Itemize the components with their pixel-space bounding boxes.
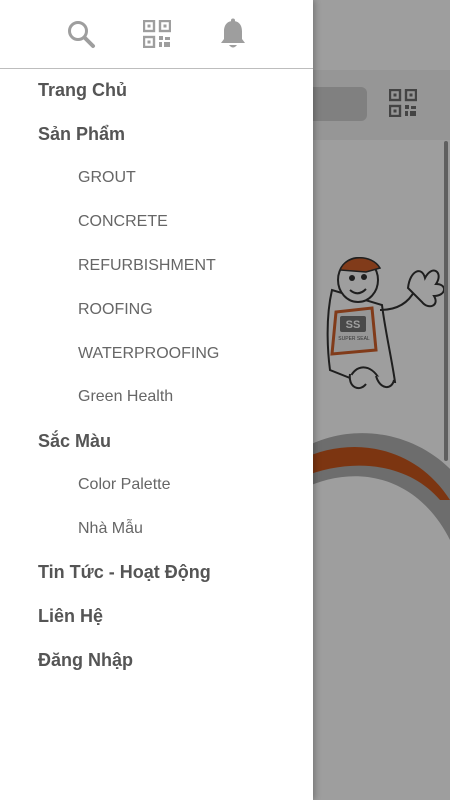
menu-item-label: Tin Tức - Hoạt Động (38, 562, 211, 583)
menu-item-grout[interactable]: GROUT (0, 157, 313, 201)
menu-item-green-health[interactable]: Green Health (0, 376, 313, 420)
menu-item-label: Liên Hệ (38, 605, 104, 626)
menu-item-waterproofing[interactable]: WATERPROOFING (0, 332, 313, 376)
menu-item-sac-mau[interactable]: Sắc Màu (0, 419, 313, 463)
bell-icon[interactable] (218, 18, 248, 49)
menu-item-concrete[interactable]: CONCRETE (0, 200, 313, 244)
search-icon[interactable] (66, 19, 96, 49)
menu-item-tin-tuc[interactable]: Tin Tức - Hoạt Động (0, 551, 313, 595)
menu-item-san-pham[interactable]: Sản Phẩm (0, 113, 313, 157)
menu-item-label: Green Health (78, 388, 174, 406)
menu-item-roofing[interactable]: ROOFING (0, 288, 313, 332)
menu-item-nha-mau[interactable]: Nhà Mẫu (0, 507, 313, 551)
menu-item-label: ROOFING (78, 300, 153, 318)
menu-item-label: WATERPROOFING (78, 344, 220, 362)
menu-item-color-palette[interactable]: Color Palette (0, 463, 313, 507)
menu-item-trang-chu[interactable]: Trang Chủ (0, 69, 313, 113)
menu-item-label: Color Palette (78, 476, 171, 494)
menu-item-label: GROUT (78, 169, 136, 187)
drawer-header (0, 0, 313, 69)
app-screen: SS SUPER SEAL Trang Chủ Sản Phẩm GROUT C… (0, 0, 450, 800)
menu-item-label: Sắc Màu (38, 430, 112, 451)
menu-item-label: CONCRETE (78, 213, 168, 231)
menu-item-refurbishment[interactable]: REFURBISHMENT (0, 244, 313, 288)
menu-item-label: Đăng Nhập (38, 649, 134, 670)
navigation-drawer: Trang Chủ Sản Phẩm GROUT CONCRETE REFURB… (0, 0, 313, 800)
menu-item-label: REFURBISHMENT (78, 257, 216, 275)
drawer-menu: Trang Chủ Sản Phẩm GROUT CONCRETE REFURB… (0, 69, 313, 682)
menu-item-label: Nhà Mẫu (78, 519, 143, 537)
menu-item-lien-he[interactable]: Liên Hệ (0, 595, 313, 639)
menu-item-label: Trang Chủ (38, 80, 127, 101)
menu-item-dang-nhap[interactable]: Đăng Nhập (0, 638, 313, 682)
menu-item-label: Sản Phẩm (38, 124, 126, 145)
qr-code-icon[interactable] (142, 19, 172, 49)
